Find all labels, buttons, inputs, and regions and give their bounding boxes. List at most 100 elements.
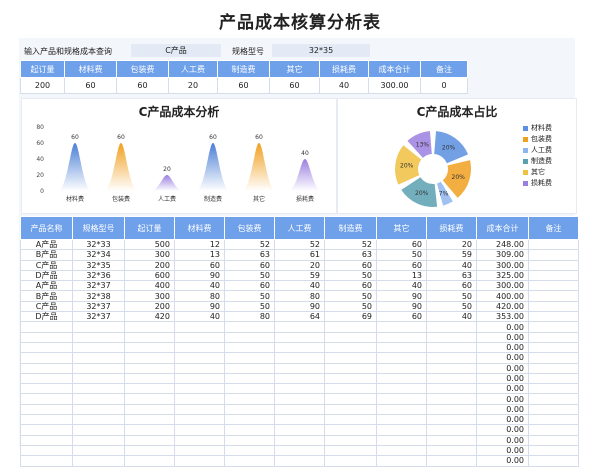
table-cell[interactable]: 52 <box>224 238 275 251</box>
table-cell[interactable] <box>274 403 325 416</box>
table-cell[interactable] <box>20 424 73 436</box>
summary-cell[interactable]: 300.00 <box>368 77 421 94</box>
table-cell[interactable] <box>72 331 125 343</box>
table-cell[interactable] <box>124 403 175 416</box>
table-cell[interactable] <box>426 383 477 395</box>
table-cell[interactable]: 32*37 <box>72 300 125 313</box>
table-cell[interactable]: 40 <box>274 280 325 292</box>
table-cell[interactable] <box>528 280 579 292</box>
table-cell[interactable] <box>274 331 325 343</box>
summary-cell[interactable]: 40 <box>319 77 369 94</box>
table-cell[interactable] <box>376 331 427 343</box>
table-cell[interactable] <box>20 362 73 374</box>
table-cell[interactable]: A产品 <box>20 280 73 292</box>
table-cell[interactable]: C产品 <box>20 300 73 313</box>
table-cell[interactable] <box>426 362 477 374</box>
table-cell[interactable]: 69 <box>324 311 377 323</box>
table-cell[interactable] <box>20 414 73 426</box>
table-cell[interactable]: 300 <box>124 249 175 261</box>
table-cell[interactable]: 0.00 <box>476 352 529 364</box>
summary-cell[interactable]: 20 <box>168 77 218 94</box>
table-cell[interactable]: 50 <box>324 269 377 282</box>
table-cell[interactable]: 32*37 <box>72 280 125 292</box>
table-cell[interactable]: 63 <box>426 269 477 282</box>
table-cell[interactable] <box>224 372 275 385</box>
table-cell[interactable] <box>528 259 579 271</box>
table-cell[interactable]: 0.00 <box>476 321 529 333</box>
table-cell[interactable]: 60 <box>224 280 275 292</box>
table-cell[interactable] <box>20 434 73 446</box>
table-cell[interactable] <box>528 290 579 302</box>
table-cell[interactable]: B产品 <box>20 249 73 261</box>
table-cell[interactable] <box>324 372 377 385</box>
table-cell[interactable]: 0.00 <box>476 434 529 446</box>
table-cell[interactable]: 90 <box>174 300 225 313</box>
table-cell[interactable]: 32*36 <box>72 269 125 282</box>
table-cell[interactable]: 50 <box>224 300 275 313</box>
table-cell[interactable]: 309.00 <box>476 249 529 261</box>
table-cell[interactable]: 0.00 <box>476 393 529 405</box>
table-cell[interactable]: 50 <box>224 290 275 302</box>
table-cell[interactable] <box>174 393 225 405</box>
summary-cell[interactable]: 60 <box>116 77 169 94</box>
table-cell[interactable]: 40 <box>174 311 225 323</box>
table-cell[interactable] <box>20 341 73 354</box>
table-cell[interactable]: D产品 <box>20 269 73 282</box>
table-cell[interactable]: 400.00 <box>476 290 529 302</box>
table-cell[interactable] <box>528 300 579 313</box>
table-cell[interactable] <box>426 352 477 364</box>
table-cell[interactable] <box>72 372 125 385</box>
table-cell[interactable] <box>20 383 73 395</box>
table-cell[interactable] <box>324 383 377 395</box>
table-cell[interactable] <box>324 362 377 374</box>
table-cell[interactable] <box>72 393 125 405</box>
table-cell[interactable]: A产品 <box>20 238 73 251</box>
table-cell[interactable] <box>72 424 125 436</box>
table-cell[interactable] <box>376 383 427 395</box>
table-cell[interactable] <box>72 341 125 354</box>
table-cell[interactable]: 80 <box>274 290 325 302</box>
table-cell[interactable]: 400 <box>124 280 175 292</box>
summary-cell[interactable]: 200 <box>20 77 65 94</box>
table-cell[interactable] <box>274 434 325 446</box>
table-cell[interactable] <box>224 455 275 467</box>
table-cell[interactable] <box>376 352 427 364</box>
summary-cell[interactable]: 0 <box>420 77 468 94</box>
table-cell[interactable] <box>274 341 325 354</box>
table-cell[interactable] <box>274 321 325 333</box>
summary-cell[interactable]: 60 <box>64 77 117 94</box>
table-cell[interactable] <box>324 434 377 446</box>
table-cell[interactable] <box>528 372 579 385</box>
table-cell[interactable]: 50 <box>376 249 427 261</box>
table-cell[interactable]: 50 <box>324 300 377 313</box>
table-cell[interactable] <box>324 341 377 354</box>
table-cell[interactable]: 0.00 <box>476 362 529 374</box>
table-cell[interactable] <box>224 341 275 354</box>
legend-item[interactable]: 人工费 <box>523 145 552 156</box>
table-cell[interactable]: D产品 <box>20 311 73 323</box>
table-cell[interactable]: 420 <box>124 311 175 323</box>
table-cell[interactable] <box>324 424 377 436</box>
table-cell[interactable]: 50 <box>426 290 477 302</box>
table-cell[interactable] <box>174 403 225 416</box>
table-cell[interactable] <box>324 455 377 467</box>
table-cell[interactable] <box>274 393 325 405</box>
table-cell[interactable] <box>72 383 125 395</box>
table-cell[interactable] <box>72 321 125 333</box>
table-cell[interactable] <box>426 424 477 436</box>
table-cell[interactable] <box>528 321 579 333</box>
table-cell[interactable] <box>174 341 225 354</box>
table-cell[interactable] <box>274 383 325 395</box>
legend-item[interactable]: 其它 <box>523 167 552 178</box>
table-cell[interactable]: 40 <box>174 280 225 292</box>
table-cell[interactable] <box>124 341 175 354</box>
table-cell[interactable]: 50 <box>426 300 477 313</box>
table-cell[interactable] <box>274 455 325 467</box>
table-cell[interactable] <box>72 455 125 467</box>
table-cell[interactable] <box>224 362 275 374</box>
table-cell[interactable] <box>72 362 125 374</box>
table-cell[interactable]: 60 <box>174 259 225 271</box>
summary-cell[interactable]: 60 <box>269 77 320 94</box>
table-cell[interactable] <box>72 352 125 364</box>
table-cell[interactable] <box>174 434 225 446</box>
